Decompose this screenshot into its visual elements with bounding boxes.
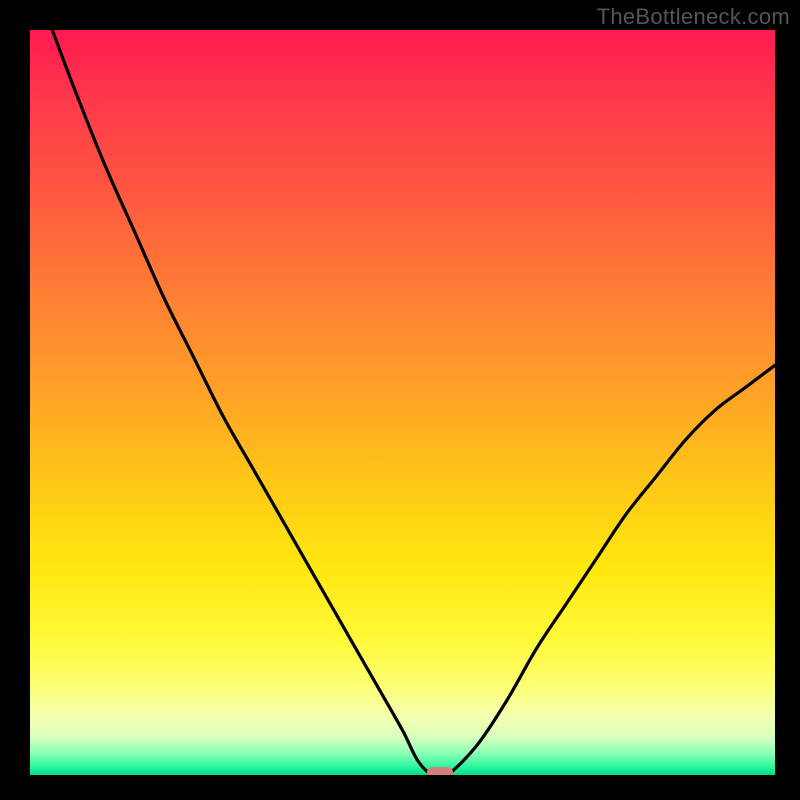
curve-layer <box>30 30 775 775</box>
watermark-text: TheBottleneck.com <box>597 4 790 30</box>
chart-stage: TheBottleneck.com <box>0 0 800 800</box>
minimum-marker <box>427 767 453 775</box>
plot-area <box>30 30 775 775</box>
bottleneck-curve <box>52 30 775 775</box>
